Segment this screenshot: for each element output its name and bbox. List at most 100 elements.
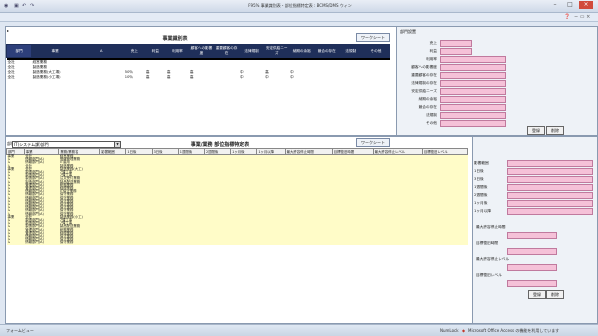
- col-header: 納期の余裕: [288, 44, 315, 58]
- dept-combo[interactable]: IT(システム課)部門 ▼: [12, 141, 121, 148]
- law-field[interactable]: [440, 112, 506, 119]
- cell-value: 高: [145, 75, 150, 79]
- form-label: 競合の存在: [418, 105, 437, 109]
- week1-field[interactable]: [507, 184, 593, 191]
- chevron-down-icon[interactable]: ▼: [114, 142, 120, 147]
- cell-value: 高: [166, 75, 171, 79]
- cell-empty[interactable]: [99, 241, 126, 245]
- col-header: 部門: [5, 44, 33, 58]
- access-logo-icon: ◆: [462, 328, 466, 333]
- ribbon-window-controls[interactable]: − ▭ ×: [574, 14, 590, 20]
- form-label: 法規制: [425, 113, 437, 117]
- maximize-button[interactable]: □: [563, 1, 577, 9]
- day1-field[interactable]: [507, 168, 593, 175]
- top-delete-button[interactable]: 削除: [546, 126, 564, 135]
- redo-icon[interactable]: ↷: [30, 3, 34, 9]
- max-level-label: 最大許容停止レベル: [476, 257, 510, 261]
- cell-value: 中: [290, 75, 294, 79]
- col-header: 競合の存在: [313, 44, 340, 58]
- col-header: 事業: [31, 44, 80, 58]
- cell-empty[interactable]: [422, 241, 468, 245]
- form-label: 顧客への影響度: [411, 65, 437, 69]
- utilization-field[interactable]: [440, 56, 506, 63]
- status-bar: フォームビュー NumLock ◆ Microsoft Office Acces…: [0, 324, 598, 336]
- month1-field[interactable]: [507, 200, 593, 207]
- bottom-register-button[interactable]: 登録: [528, 290, 546, 299]
- supply-needs-field[interactable]: [440, 88, 506, 95]
- cell-biz: 情報部門(A): [24, 241, 59, 245]
- form-label: 売上: [429, 41, 437, 45]
- form-label: 利益: [429, 49, 437, 53]
- deadline-field[interactable]: [440, 96, 506, 103]
- form-label: 安定供給ニーズ: [411, 89, 437, 93]
- product-note: Microsoft Office Access の機能を利用しています: [468, 328, 560, 333]
- office-logo-icon[interactable]: ◉: [4, 3, 8, 9]
- cell-empty[interactable]: [256, 241, 286, 245]
- target-time-label: 目標復旧時間: [476, 241, 499, 245]
- regulation-field[interactable]: [440, 80, 506, 87]
- table-row[interactable]: ↳ 情報部門(A) 保守業務: [6, 241, 468, 245]
- ribbon-bar: ❓ − ▭ ×: [0, 13, 598, 22]
- cell-value: 中: [265, 75, 269, 79]
- cell-empty[interactable]: [332, 241, 374, 245]
- minimize-button[interactable]: –: [548, 1, 562, 9]
- target-level-field[interactable]: [507, 280, 557, 287]
- help-icon[interactable]: ❓: [564, 14, 570, 20]
- top-worksheet-button[interactable]: ワークシート: [356, 33, 390, 42]
- cell-task: 保守業務: [58, 241, 100, 245]
- col-header: 法規制: [338, 44, 363, 58]
- cell-empty[interactable]: [152, 241, 179, 245]
- title-bar: ◉ ▣ ↶ ↷ F95% 事業識別表・部位指標特定表 : BCMS/DMS ウィ…: [0, 0, 598, 13]
- close-button[interactable]: ×: [579, 1, 593, 9]
- col-header: 重要顧客の存在: [213, 44, 240, 58]
- sales-field[interactable]: [440, 40, 472, 47]
- form-label: 1ヶ月以降: [474, 209, 492, 213]
- form-label: 1日後: [474, 169, 484, 173]
- cell-empty[interactable]: [178, 241, 205, 245]
- col-header: A: [78, 44, 125, 58]
- max-time-field[interactable]: [507, 232, 557, 239]
- form-label: 利用率: [425, 57, 437, 61]
- impact-field[interactable]: [507, 160, 593, 167]
- business-id-pane: ▸: [5, 26, 397, 136]
- col-header: 法律規制: [238, 44, 265, 58]
- bottom-worksheet-button[interactable]: ワークシート: [356, 138, 390, 147]
- bottom-delete-button[interactable]: 削除: [546, 290, 564, 299]
- col-header: 利用率: [165, 44, 190, 58]
- cell-empty[interactable]: [230, 241, 257, 245]
- window-title: F95% 事業識別表・部位指標特定表 : BCMS/DMS ウィン: [248, 3, 352, 8]
- cell-empty[interactable]: [285, 241, 333, 245]
- max-level-field[interactable]: [507, 264, 557, 271]
- cell-value: 中: [240, 75, 244, 79]
- cell-empty[interactable]: [373, 241, 423, 245]
- cell-dept: ↳: [6, 241, 25, 245]
- pane-marker-icon: ▸: [7, 28, 10, 33]
- profit-field[interactable]: [440, 48, 472, 55]
- target-level-label: 目標復旧レベル: [476, 273, 502, 277]
- other-field[interactable]: [440, 120, 506, 127]
- form-label: 納期の余裕: [418, 97, 437, 101]
- form-label: 1ヶ月後: [474, 201, 488, 205]
- status-view: フォームビュー: [6, 328, 34, 333]
- cell-biz: 製造業務(小工場): [32, 75, 61, 79]
- week2-field[interactable]: [507, 192, 593, 199]
- form-label: 3日後: [474, 177, 484, 181]
- col-header: 安定供給ニーズ: [263, 44, 290, 58]
- key-customer-field[interactable]: [440, 72, 506, 79]
- target-time-field[interactable]: [507, 248, 557, 255]
- form-label: 2週間後: [474, 193, 488, 197]
- max-time-label: 最大許容停止時間: [476, 225, 506, 229]
- top-register-button[interactable]: 登録: [527, 126, 545, 135]
- save-icon[interactable]: ▣: [14, 3, 19, 9]
- combo-value: IT(システム課)部門: [14, 142, 49, 147]
- undo-icon[interactable]: ↶: [22, 3, 26, 9]
- cell-empty[interactable]: [204, 241, 231, 245]
- cell-empty[interactable]: [125, 241, 153, 245]
- day3-field[interactable]: [507, 176, 593, 183]
- col-header: 売上: [123, 44, 146, 58]
- indicator-table: 部門 事業 業務/業務名 影響範囲 1日後 3日後 1週間後 2週間後 1ヶ月後…: [6, 148, 469, 245]
- competitor-field[interactable]: [440, 104, 506, 111]
- table-row[interactable]: 全社 製造業務(小工場) 10％ 高 高 高 中 中 中: [7, 75, 390, 80]
- customer-impact-field[interactable]: [440, 64, 506, 71]
- month-later-field[interactable]: [507, 208, 593, 215]
